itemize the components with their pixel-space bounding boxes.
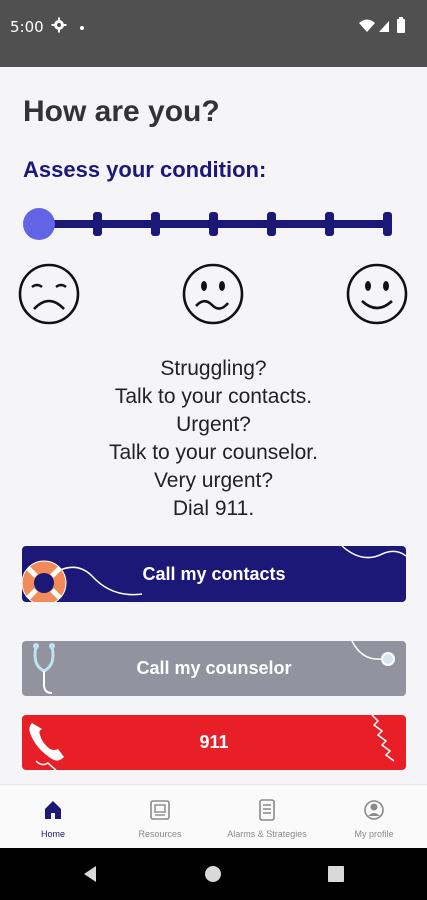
call-contacts-label: Call my contacts [142, 563, 286, 584]
profile-icon [364, 800, 384, 820]
status-signal-icons [359, 17, 405, 33]
guidance-line: Struggling? [160, 357, 267, 380]
slider-tick [325, 212, 334, 236]
status-time: 5:00 [10, 18, 44, 36]
sad-face-icon[interactable] [18, 263, 80, 325]
back-icon[interactable] [80, 864, 100, 884]
nav-label-alarms-strategies: Alarms & Strategies [227, 829, 307, 839]
page-title: How are you? [23, 95, 220, 128]
status-bar: 5:00 [0, 0, 427, 67]
nav-item-alarms-strategies[interactable]: Alarms & Strategies [214, 785, 320, 849]
call-911-button[interactable]: 911 [22, 715, 406, 770]
nav-item-profile[interactable]: My profile [321, 785, 427, 849]
home-nav-icon[interactable] [203, 864, 223, 884]
recents-icon[interactable] [327, 865, 345, 883]
settings-gear-icon [51, 17, 67, 33]
section-subtitle: Assess your condition: [23, 157, 267, 182]
cell-signal-icon [379, 21, 389, 32]
system-navigation-bar [0, 848, 427, 900]
bottom-navigation: Home Resources Alarms & Strategies My pr… [0, 784, 427, 848]
nav-item-resources[interactable]: Resources [107, 785, 213, 849]
slider-tick [151, 212, 160, 236]
slider-tick [209, 212, 218, 236]
nav-label-profile: My profile [354, 829, 394, 839]
guidance-line: Talk to your contacts. [114, 385, 313, 408]
guidance-line: Urgent? [176, 413, 251, 436]
resources-icon [150, 800, 170, 820]
slider-thumb [23, 208, 55, 240]
nav-item-home[interactable]: Home [0, 785, 106, 849]
home-screen: How are you? Assess your condition: Stru… [0, 67, 427, 784]
condition-slider[interactable] [22, 207, 396, 241]
happy-face-icon[interactable] [346, 263, 408, 325]
guidance-line: Dial 911. [172, 497, 255, 520]
alarms-strategies-icon [259, 799, 275, 821]
slider-tick [93, 212, 102, 236]
wifi-icon [359, 19, 375, 32]
slider-tick [383, 212, 392, 236]
notification-dot-icon [80, 26, 84, 30]
call-counselor-button[interactable]: Call my counselor [22, 641, 406, 696]
call-contacts-button[interactable]: Call my contacts [22, 546, 406, 602]
guidance-line: Very urgent? [153, 469, 274, 492]
slider-tick [267, 212, 276, 236]
call-911-label: 911 [199, 732, 229, 752]
battery-icon [397, 19, 405, 33]
nav-label-home: Home [40, 829, 65, 839]
worried-face-icon[interactable] [182, 263, 244, 325]
guidance-line: Talk to your counselor. [109, 441, 318, 464]
home-icon [45, 801, 61, 819]
guidance-text: Struggling? Talk to your contacts. Urgen… [0, 355, 427, 523]
nav-label-resources: Resources [138, 829, 182, 839]
call-counselor-label: Call my counselor [136, 658, 292, 678]
